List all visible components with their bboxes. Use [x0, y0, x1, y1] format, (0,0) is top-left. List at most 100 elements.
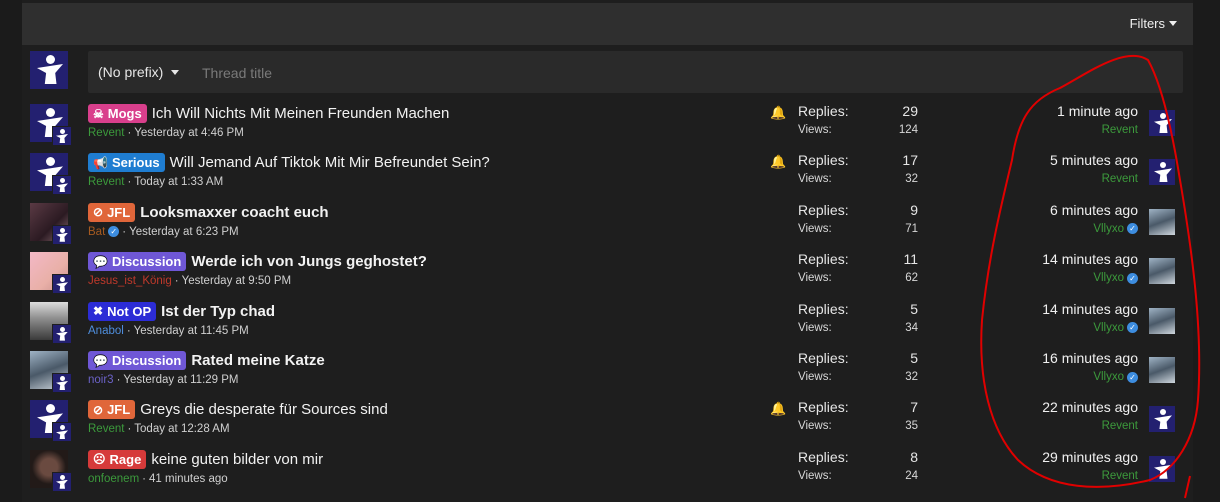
last-poster-link[interactable]: Revent	[1102, 470, 1138, 482]
last-poster-avatar[interactable]	[1149, 110, 1175, 136]
author-avatar[interactable]	[30, 351, 72, 393]
prefix-icon: 📢	[93, 155, 108, 170]
thread-author-link[interactable]: Revent	[88, 423, 124, 435]
thread-prefix-badge[interactable]: 💬 Discussion	[88, 252, 187, 272]
last-poster-link[interactable]: Revent	[1102, 124, 1138, 136]
last-post-time[interactable]: 14 minutes ago	[962, 301, 1138, 321]
filters-button[interactable]: Filters	[1130, 16, 1177, 31]
prefix-icon: ☠	[93, 106, 104, 121]
replies-count: 29	[902, 103, 918, 119]
thread-start-date[interactable]: Today at 1:33 AM	[134, 176, 223, 188]
thread-prefix-badge[interactable]: ⊘ JFL	[88, 202, 136, 222]
thread-title-link[interactable]: Werde ich von Jungs geghostet?	[191, 253, 427, 270]
last-poster-link[interactable]: Vllyxo	[1093, 272, 1124, 284]
thread-title-link[interactable]: Rated meine Katze	[191, 352, 324, 369]
last-poster-link[interactable]: Vllyxo	[1093, 223, 1124, 235]
last-poster-link[interactable]: Vllyxo	[1093, 371, 1124, 383]
thread-main: ☠ Mogs Ich Will Nichts Mit Meinen Freund…	[88, 103, 768, 139]
thread-author-link[interactable]: Bat	[88, 226, 105, 238]
thread-row: ⊘ JFL Greys die desperate für Sources si…	[22, 396, 1193, 445]
current-user-avatar[interactable]	[30, 51, 68, 89]
thread-start-date[interactable]: Yesterday at 9:50 PM	[182, 275, 292, 287]
last-poster-link[interactable]: Revent	[1102, 420, 1138, 432]
views-count: 124	[898, 124, 918, 136]
author-avatar[interactable]	[30, 202, 72, 245]
last-poster-avatar[interactable]	[1149, 307, 1175, 334]
last-post-time[interactable]: 22 minutes ago	[962, 399, 1138, 419]
thread-title-link[interactable]: Will Jemand Auf Tiktok Mit Mir Befreunde…	[170, 154, 490, 171]
prefix-icon: 💬	[93, 353, 108, 368]
thread-author-link[interactable]: Anabol	[88, 325, 124, 337]
filters-label: Filters	[1129, 16, 1165, 31]
last-post-time[interactable]: 1 minute ago	[962, 103, 1138, 123]
last-poster-link[interactable]: Vllyxo	[1093, 322, 1124, 334]
thread-main: 📢 Serious Will Jemand Auf Tiktok Mit Mir…	[88, 152, 768, 188]
last-poster-avatar[interactable]	[1149, 159, 1175, 186]
last-poster-avatar[interactable]	[1149, 258, 1175, 285]
last-post-time[interactable]: 16 minutes ago	[962, 350, 1138, 370]
replies-label: Replies:	[798, 201, 849, 218]
replies-label: Replies:	[798, 152, 849, 169]
thread-title-link[interactable]: Ist der Typ chad	[161, 303, 275, 320]
meta-separator: ·	[174, 275, 179, 288]
author-avatar[interactable]	[30, 153, 72, 196]
thread-title-link[interactable]: Ich Will Nichts Mit Meinen Freunden Mach…	[152, 105, 450, 122]
views-label: Views:	[798, 420, 832, 433]
thread-prefix-badge[interactable]: 📢 Serious	[88, 153, 165, 173]
last-poster-avatar[interactable]	[1149, 406, 1175, 433]
thread-author-link[interactable]: Revent	[88, 127, 124, 139]
thread-prefix-badge[interactable]: 💬 Discussion	[88, 351, 187, 370]
thread-start-date[interactable]: Today at 12:28 AM	[134, 423, 229, 435]
avatar	[1149, 110, 1175, 136]
avatar	[1149, 455, 1175, 482]
last-post-info: 5 minutes ago Revent	[962, 152, 1138, 185]
thread-title-link[interactable]: Looksmaxxer coacht euch	[140, 204, 328, 221]
thread-author-link[interactable]: noir3	[88, 374, 114, 386]
thread-title-link[interactable]: keine guten bilder von mir	[151, 451, 323, 468]
thread-title-link[interactable]: Greys die desperate für Sources sind	[140, 401, 388, 418]
thread-stats: Replies: 9 Views: 71	[798, 202, 918, 235]
last-post-time[interactable]: 5 minutes ago	[962, 152, 1138, 172]
thread-main: ☹ Rage keine guten bilder von mir onfoen…	[88, 449, 768, 485]
thread-start-date[interactable]: 41 minutes ago	[149, 473, 228, 485]
thread-title-input[interactable]	[200, 60, 1104, 86]
replies-count: 9	[910, 201, 918, 218]
last-poster-avatar[interactable]	[1149, 208, 1175, 235]
thread-author-link[interactable]: Revent	[88, 176, 124, 188]
last-poster-avatar[interactable]	[1149, 455, 1175, 482]
views-label: Views:	[798, 173, 832, 186]
thread-start-date[interactable]: Yesterday at 11:45 PM	[134, 325, 249, 337]
author-avatar[interactable]	[30, 449, 72, 492]
last-post-info: 14 minutes ago Vllyxo ✓	[962, 251, 1138, 284]
author-avatar[interactable]	[30, 301, 72, 344]
thread-start-date[interactable]: Yesterday at 4:46 PM	[134, 127, 244, 139]
group-badge-icon	[52, 175, 72, 196]
bell-icon[interactable]: 🔔	[770, 401, 786, 417]
last-post-time[interactable]: 6 minutes ago	[962, 202, 1138, 222]
bell-icon[interactable]: 🔔	[770, 154, 786, 170]
thread-stats: Replies: 29 Views: 124	[798, 103, 918, 136]
last-post-time[interactable]: 14 minutes ago	[962, 251, 1138, 271]
last-post-time[interactable]: 29 minutes ago	[962, 449, 1138, 469]
views-count: 71	[905, 222, 918, 235]
thread-start-date[interactable]: Yesterday at 6:23 PM	[129, 226, 239, 238]
meta-separator: ·	[142, 472, 146, 485]
thread-prefix-badge[interactable]: ☹ Rage	[88, 449, 147, 469]
last-poster-avatar[interactable]	[1149, 357, 1175, 383]
thread-prefix-badge[interactable]: ⊘ JFL	[88, 400, 136, 420]
author-avatar[interactable]	[30, 104, 72, 146]
replies-count: 5	[910, 350, 918, 366]
prefix-select[interactable]: (No prefix)	[98, 64, 180, 80]
meta-separator: ·	[127, 127, 132, 139]
thread-stats: Replies: 7 Views: 35	[798, 399, 918, 432]
thread-author-link[interactable]: onfoenem	[88, 473, 139, 485]
thread-prefix-badge[interactable]: ✖ Not OP	[88, 301, 157, 321]
thread-start-date[interactable]: Yesterday at 11:29 PM	[123, 374, 238, 386]
thread-prefix-badge[interactable]: ☠ Mogs	[88, 104, 147, 123]
meta-separator: ·	[122, 225, 127, 238]
author-avatar[interactable]	[30, 400, 72, 443]
author-avatar[interactable]	[30, 252, 72, 295]
last-poster-link[interactable]: Revent	[1102, 173, 1138, 185]
bell-icon[interactable]: 🔔	[770, 105, 786, 121]
thread-author-link[interactable]: Jesus_ist_König	[88, 275, 172, 287]
